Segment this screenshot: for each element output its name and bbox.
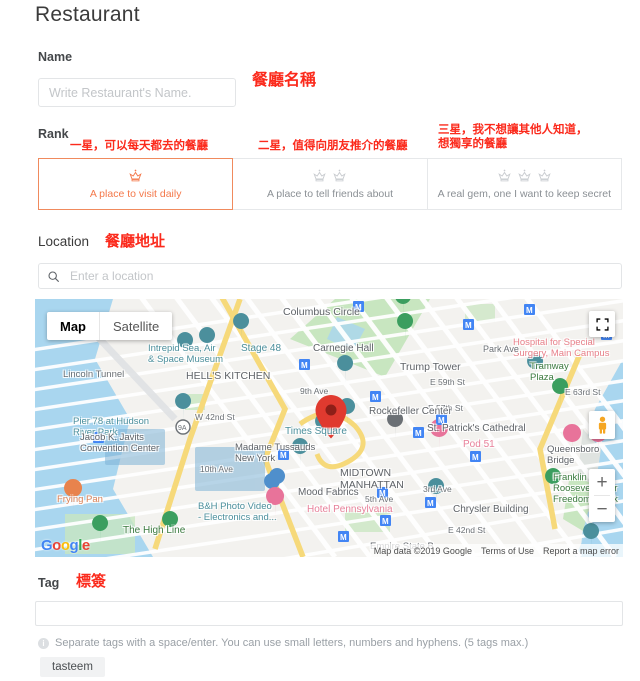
- name-label: Name: [38, 50, 73, 64]
- svg-text:M: M: [280, 451, 287, 460]
- svg-text:M: M: [382, 517, 389, 526]
- svg-text:M: M: [379, 489, 386, 498]
- map-type-button-satellite[interactable]: Satellite: [100, 312, 172, 340]
- crown-icons-3: [497, 169, 552, 184]
- map-zoom-out-button[interactable]: −: [589, 496, 615, 522]
- map-attribution: Map data ©2019 Google Terms of Use Repor…: [369, 544, 623, 557]
- logo-g1: G: [41, 537, 53, 554]
- svg-text:M: M: [465, 321, 472, 330]
- rank-option-label-2: A place to tell friends about: [266, 187, 394, 200]
- svg-text:M: M: [415, 429, 422, 438]
- svg-text:M: M: [301, 361, 308, 370]
- svg-text:M: M: [472, 453, 479, 462]
- crown-icon: [518, 169, 531, 182]
- location-label: Location: [38, 234, 90, 249]
- tag-help-label: Separate tags with a space/enter. You ca…: [55, 637, 529, 649]
- logo-g2: g: [69, 537, 79, 554]
- map-zoom-control[interactable]: + −: [589, 469, 615, 522]
- logo-e: e: [81, 537, 90, 554]
- svg-text:M: M: [355, 303, 362, 312]
- svg-text:M: M: [526, 306, 533, 315]
- street-view-pegman-button[interactable]: [589, 411, 615, 439]
- tag-label: Tag: [38, 576, 60, 590]
- crown-icons-2: [312, 169, 347, 184]
- rank-options: A place to visit daily A place to tell f…: [38, 158, 622, 210]
- fullscreen-icon: [595, 317, 609, 331]
- map-type-button-map[interactable]: Map: [47, 312, 100, 340]
- location-input[interactable]: [68, 268, 613, 284]
- svg-text:M: M: [427, 499, 434, 508]
- tag-annotation: 標簽: [76, 573, 107, 590]
- tag-input[interactable]: [35, 601, 623, 626]
- svg-text:M: M: [438, 416, 445, 425]
- google-map[interactable]: MMM MMM MMM MMM MMM 9A Columbus CircleIn…: [35, 299, 623, 557]
- crown-icon: [498, 169, 511, 182]
- rank-option-two-crowns[interactable]: A place to tell friends about: [233, 158, 428, 210]
- logo-o2: o: [60, 537, 70, 554]
- rank-option-one-crown[interactable]: A place to visit daily: [38, 158, 234, 210]
- map-fullscreen-button[interactable]: [589, 311, 615, 337]
- crown-icon: [129, 169, 142, 182]
- report-map-error-link[interactable]: Report a map error: [543, 546, 619, 556]
- tag-chip-tasteem[interactable]: tasteem: [40, 657, 105, 677]
- logo-o1: o: [52, 537, 61, 554]
- rank-option-three-crowns[interactable]: A real gem, one I want to keep secret: [427, 158, 622, 210]
- crown-icon: [333, 169, 347, 182]
- rank-annotation-1: 一星，可以每天都去的餐廳: [70, 140, 208, 152]
- rank-annotation-3: 三星，我不想讓其他人知道， 想獨享的餐廳: [438, 124, 588, 150]
- restaurant-name-input[interactable]: [38, 78, 236, 107]
- svg-text:M: M: [372, 393, 379, 402]
- rank-option-label-1: A place to visit daily: [89, 187, 182, 200]
- search-icon: [48, 270, 59, 282]
- info-icon: i: [38, 637, 49, 649]
- rank-annotation-2: 二星，值得向朋友推介的餐廳: [258, 140, 408, 152]
- crown-icon: [538, 169, 551, 182]
- crown-icons-1: [128, 169, 143, 184]
- street-view-pegman-icon: [598, 416, 606, 434]
- location-annotation: 餐廳地址: [105, 233, 166, 250]
- svg-text:M: M: [95, 434, 102, 443]
- map-zoom-in-button[interactable]: +: [589, 469, 615, 495]
- rank-option-label-3: A real gem, one I want to keep secret: [437, 187, 611, 200]
- svg-text:M: M: [340, 533, 347, 542]
- name-annotation: 餐廳名稱: [252, 72, 317, 89]
- crown-icon: [313, 169, 327, 182]
- svg-text:9A: 9A: [178, 425, 187, 432]
- terms-of-use-link[interactable]: Terms of Use: [481, 546, 534, 556]
- map-type-control[interactable]: Map Satellite: [47, 312, 173, 340]
- restaurant-form-page: Restaurant Name 餐廳名稱 Rank 一星，可以每天都去的餐廳 二…: [0, 0, 640, 681]
- google-logo: Google: [41, 537, 90, 554]
- map-data-text: Map data ©2019 Google: [373, 545, 472, 556]
- rank-label: Rank: [38, 127, 69, 141]
- tag-help-text: i Separate tags with a space/enter. You …: [38, 637, 528, 649]
- page-title: Restaurant: [35, 3, 140, 26]
- location-search-field[interactable]: [38, 263, 622, 289]
